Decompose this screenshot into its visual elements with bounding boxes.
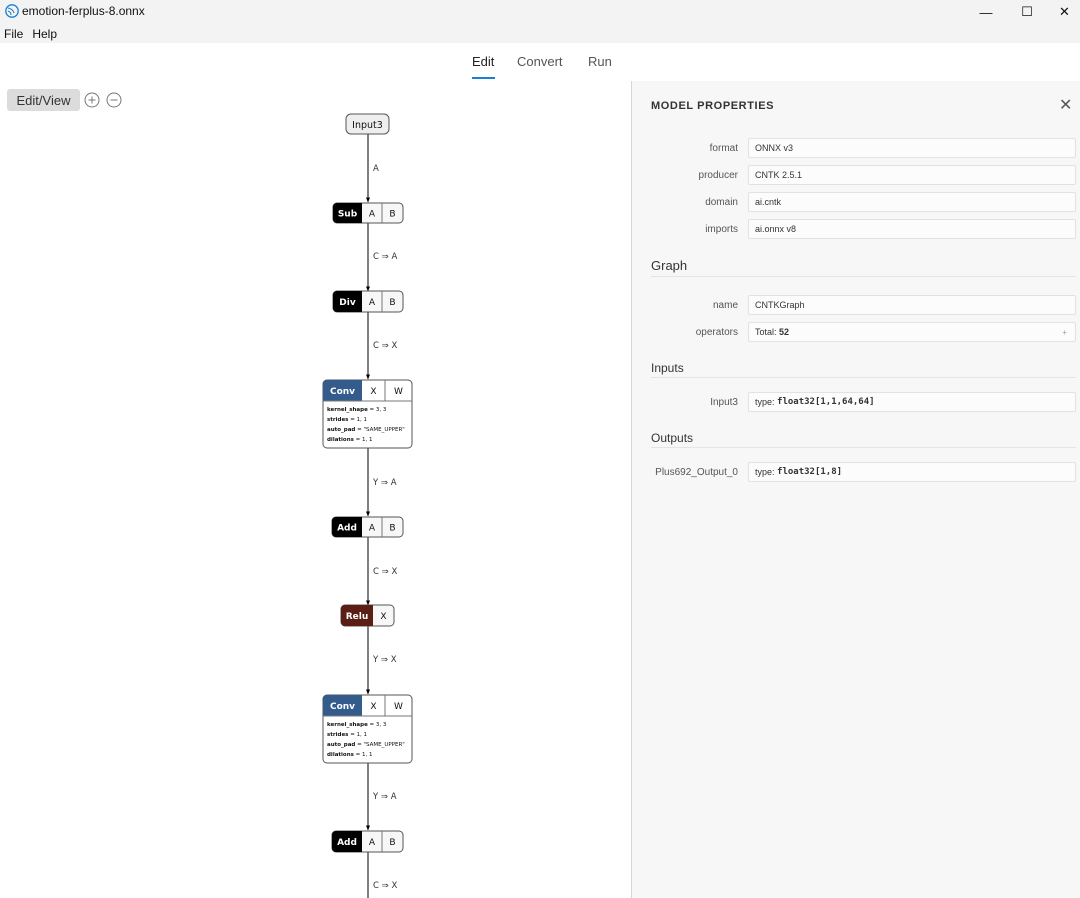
type-value: float32[1,8]	[777, 467, 843, 477]
svg-text:W: W	[394, 702, 403, 712]
svg-text:A: A	[369, 524, 376, 534]
title-bar: emotion-ferplus-8.onnx — ☐ ✕	[0, 0, 1080, 24]
svg-text:strides = 1, 1: strides = 1, 1	[327, 417, 367, 423]
svg-text:Input3: Input3	[352, 120, 383, 131]
type-prefix: type:	[755, 467, 775, 477]
netron-app-icon	[5, 4, 19, 18]
prop-label-imports: imports	[705, 224, 738, 235]
prop-value-format[interactable]: ONNX v3	[748, 138, 1076, 158]
svg-text:kernel_shape = 3, 3: kernel_shape = 3, 3	[327, 407, 387, 413]
svg-text:B: B	[389, 298, 395, 308]
graph-node-add[interactable]: Add A B	[331, 830, 404, 853]
graph-node-sub[interactable]: Sub A B	[332, 202, 404, 224]
edge-label: C ⇒ X	[373, 881, 397, 891]
svg-text:dilations = 1, 1: dilations = 1, 1	[327, 752, 373, 758]
graph-node-conv[interactable]: Conv X W kernel_shape = 3, 3 strides = 1…	[322, 694, 413, 764]
prop-label-name: name	[712, 300, 738, 311]
svg-text:Add: Add	[337, 524, 357, 534]
prop-value-output-type[interactable]: type: float32[1,8]	[748, 462, 1076, 482]
svg-text:auto_pad = "SAME_UPPER": auto_pad = "SAME_UPPER"	[327, 427, 405, 433]
svg-text:A: A	[369, 838, 376, 848]
svg-text:B: B	[389, 524, 395, 534]
graph-node-add[interactable]: Add A B	[331, 516, 404, 538]
prop-value-name[interactable]: CNTKGraph	[748, 295, 1076, 315]
model-graph: A C ⇒ A C ⇒ X Y ⇒ A C ⇒ X Y ⇒ X Y ⇒ A C …	[322, 113, 413, 898]
operators-prefix: Total:	[755, 327, 777, 337]
prop-label-output: Plus692_Output_0	[655, 467, 738, 478]
section-graph: Graph	[651, 258, 688, 273]
tab-convert[interactable]: Convert	[517, 54, 563, 69]
svg-text:Conv: Conv	[330, 702, 355, 712]
menu-help[interactable]: Help	[32, 27, 57, 41]
prop-value-input3-type[interactable]: type: float32[1,1,64,64]	[748, 392, 1076, 412]
menu-file[interactable]: File	[4, 27, 23, 41]
model-properties-panel: MODEL PROPERTIES ✕ format ONNX v3 produc…	[631, 81, 1080, 898]
svg-text:Div: Div	[339, 298, 356, 308]
window-title: emotion-ferplus-8.onnx	[22, 4, 145, 18]
svg-text:strides = 1, 1: strides = 1, 1	[327, 732, 367, 738]
maximize-button[interactable]: ☐	[1004, 0, 1050, 24]
section-divider	[651, 276, 1076, 277]
close-panel-icon[interactable]: ✕	[1059, 95, 1072, 115]
close-window-button[interactable]: ✕	[1049, 0, 1080, 24]
section-divider	[651, 447, 1076, 448]
mode-tabs: Edit Convert Run	[0, 43, 1080, 81]
edge-label: Y ⇒ A	[372, 478, 397, 488]
svg-text:kernel_shape = 3, 3: kernel_shape = 3, 3	[327, 722, 387, 728]
expand-operators-icon[interactable]: +	[1062, 328, 1067, 337]
svg-text:B: B	[389, 838, 395, 848]
svg-text:auto_pad = "SAME_UPPER": auto_pad = "SAME_UPPER"	[327, 742, 405, 748]
prop-value-producer[interactable]: CNTK 2.5.1	[748, 165, 1076, 185]
minimize-button[interactable]: —	[963, 0, 1009, 24]
prop-value-text: CNTKGraph	[755, 300, 805, 310]
prop-value-text: ai.cntk	[755, 197, 782, 207]
active-tab-indicator	[472, 77, 495, 79]
prop-value-text: CNTK 2.5.1	[755, 170, 803, 180]
menu-bar: File Help	[0, 24, 1080, 43]
operators-count: 52	[779, 327, 790, 337]
svg-text:Relu: Relu	[346, 612, 369, 622]
prop-label-input3: Input3	[710, 397, 738, 408]
edge-label: Y ⇒ A	[372, 792, 397, 802]
edge-label: C ⇒ X	[373, 567, 397, 577]
svg-text:X: X	[380, 612, 386, 622]
panel-title: MODEL PROPERTIES	[651, 100, 775, 112]
svg-text:A: A	[369, 298, 376, 308]
svg-text:B: B	[389, 210, 395, 220]
svg-text:X: X	[370, 387, 376, 397]
prop-value-text: ONNX v3	[755, 143, 794, 153]
prop-label-operators: operators	[695, 327, 738, 338]
svg-text:Conv: Conv	[330, 387, 355, 397]
svg-text:Add: Add	[337, 838, 357, 848]
prop-value-imports[interactable]: ai.onnx v8	[748, 219, 1076, 239]
graph-input-node[interactable]: Input3	[345, 113, 390, 135]
prop-label-format: format	[709, 143, 738, 154]
prop-label-producer: producer	[698, 170, 738, 181]
graph-node-relu[interactable]: Relu X	[340, 604, 395, 627]
svg-text:A: A	[369, 210, 376, 220]
svg-text:W: W	[394, 387, 403, 397]
tab-run[interactable]: Run	[588, 54, 612, 69]
graph-node-conv[interactable]: Conv X W kernel_shape = 3, 3 strides = 1…	[322, 379, 413, 449]
svg-text:X: X	[370, 702, 376, 712]
type-prefix: type:	[755, 397, 775, 407]
type-value: float32[1,1,64,64]	[777, 397, 875, 407]
section-outputs: Outputs	[651, 431, 694, 445]
prop-value-text: ai.onnx v8	[755, 224, 797, 234]
tab-edit[interactable]: Edit	[472, 54, 494, 69]
edge-label: C ⇒ A	[373, 252, 397, 262]
edge-label: Y ⇒ X	[372, 655, 397, 665]
prop-label-domain: domain	[705, 197, 738, 208]
svg-text:Sub: Sub	[338, 210, 358, 220]
prop-value-operators[interactable]: Total: 52 +	[748, 322, 1076, 342]
graph-node-div[interactable]: Div A B	[332, 290, 404, 313]
edge-label: C ⇒ X	[373, 341, 397, 351]
svg-text:dilations = 1, 1: dilations = 1, 1	[327, 437, 373, 443]
section-inputs: Inputs	[651, 361, 684, 375]
section-divider	[651, 377, 1076, 378]
prop-value-domain[interactable]: ai.cntk	[748, 192, 1076, 212]
edge-label: A	[373, 164, 379, 174]
